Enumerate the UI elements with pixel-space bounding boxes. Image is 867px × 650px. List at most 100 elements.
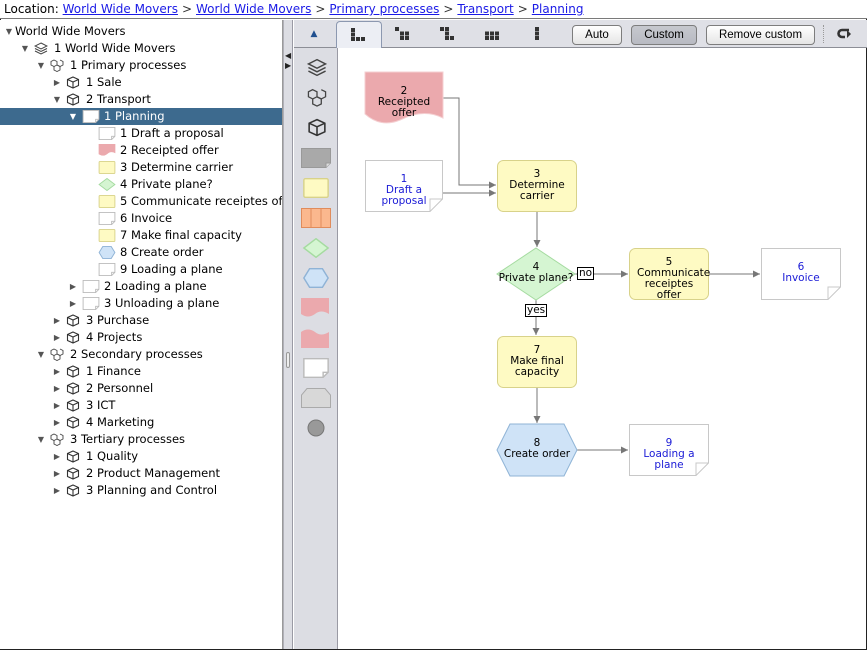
node-text: Determine carrier	[509, 178, 565, 202]
palette-item[interactable]	[300, 416, 332, 440]
layout-button[interactable]	[426, 21, 472, 48]
collapsed-triangle-icon[interactable]: ▶	[52, 397, 62, 414]
breadcrumb-link[interactable]: Primary processes	[329, 2, 439, 16]
redo-icon[interactable]	[836, 26, 854, 42]
panel-splitter[interactable]: ◀ ▶	[283, 20, 293, 649]
tree-item[interactable]: ▶ 2 Product Management	[0, 465, 282, 482]
expanded-triangle-icon[interactable]: ▼	[20, 40, 30, 57]
breadcrumb-link[interactable]: Planning	[532, 2, 584, 16]
tree-item[interactable]: 6 Invoice	[0, 210, 282, 227]
expand-right-arrow-icon[interactable]: ▶	[285, 62, 291, 70]
tree-item-label: 1 Finance	[86, 364, 141, 378]
node-label: 8 Create order	[497, 438, 577, 460]
collapsed-triangle-icon[interactable]: ▶	[52, 414, 62, 431]
process-cube-icon	[66, 399, 80, 412]
remove-custom-button[interactable]: Remove custom	[706, 25, 815, 45]
tree-item[interactable]: 7 Make final capacity	[0, 227, 282, 244]
palette-item[interactable]	[300, 356, 332, 380]
collapsed-triangle-icon[interactable]: ▶	[52, 329, 62, 346]
palette-item[interactable]	[300, 236, 332, 260]
palette-item[interactable]	[300, 176, 332, 200]
tree-item[interactable]: ▶ 1 Quality	[0, 448, 282, 465]
tree-item[interactable]: 5 Communicate receiptes offer	[0, 193, 282, 210]
diagram-canvas[interactable]: no yes 2 Receipted offer 1 Draft a proposal 3 D…	[339, 48, 866, 649]
tree-item[interactable]: 8 Create order	[0, 244, 282, 261]
breadcrumb-link[interactable]: Transport	[457, 2, 513, 16]
tree-item[interactable]: ▼ 2 Transport	[0, 91, 282, 108]
tree-item[interactable]: ▼ World Wide Movers	[0, 23, 282, 40]
palette-item[interactable]	[300, 266, 332, 290]
palette-item[interactable]	[300, 296, 332, 320]
tree-item[interactable]: ▶ 3 ICT	[0, 397, 282, 414]
layout-button[interactable]	[381, 21, 427, 48]
collapsed-triangle-icon[interactable]: ▶	[52, 448, 62, 465]
layout-button[interactable]	[336, 21, 382, 48]
tree-item[interactable]: ▶ 3 Planning and Control	[0, 482, 282, 499]
custom-button[interactable]: Custom	[631, 25, 697, 45]
tree-item[interactable]: ▶ 4 Marketing	[0, 414, 282, 431]
collapsed-triangle-icon[interactable]: ▶	[52, 74, 62, 91]
expanded-triangle-icon[interactable]: ▼	[36, 346, 46, 363]
palette-item[interactable]	[300, 206, 332, 230]
palette-item[interactable]	[300, 56, 332, 80]
tree-item[interactable]: ▶ 4 Projects	[0, 329, 282, 346]
tree-item[interactable]: ▶ 3 Purchase	[0, 312, 282, 329]
tree-item[interactable]: 1 Draft a proposal	[0, 125, 282, 142]
tree-item[interactable]: ▶ 2 Loading a plane	[0, 278, 282, 295]
connector-arrow[interactable]	[443, 97, 496, 189]
tree-item[interactable]: 2 Receipted offer	[0, 142, 282, 159]
tree-item[interactable]: ▼ 2 Secondary processes	[0, 346, 282, 363]
collapsed-triangle-icon[interactable]: ▶	[68, 278, 78, 295]
activity-icon	[98, 195, 116, 208]
tree-item-label: World Wide Movers	[15, 24, 126, 38]
tree-item[interactable]: ▶ 1 Sale	[0, 74, 282, 91]
tree-item[interactable]: ▶ 2 Personnel	[0, 380, 282, 397]
palette-item[interactable]	[300, 326, 332, 350]
tree-item[interactable]: 4 Private plane?	[0, 176, 282, 193]
tree-item[interactable]: 9 Loading a plane	[0, 261, 282, 278]
breadcrumb-link[interactable]: World Wide Movers	[63, 2, 178, 16]
process-cube-icon	[66, 484, 80, 497]
palette-item[interactable]	[300, 116, 332, 140]
expanded-triangle-icon[interactable]: ▼	[68, 108, 78, 125]
collapsed-triangle-icon[interactable]: ▶	[52, 482, 62, 499]
breadcrumb-link[interactable]: World Wide Movers	[196, 2, 311, 16]
tree-item[interactable]: ▼ 1 Primary processes	[0, 57, 282, 74]
auto-button[interactable]: Auto	[572, 25, 622, 45]
palette-item[interactable]	[300, 386, 332, 410]
toolbar-separator	[823, 25, 824, 43]
palette-item[interactable]	[300, 146, 332, 170]
document-icon	[98, 212, 116, 225]
process-cube-icon	[66, 450, 80, 463]
collapsed-triangle-icon[interactable]: ▶	[52, 465, 62, 482]
collapsed-triangle-icon[interactable]: ▶	[68, 295, 78, 312]
expanded-triangle-icon[interactable]: ▼	[4, 23, 14, 40]
expanded-triangle-icon[interactable]: ▼	[36, 431, 46, 448]
tree-item[interactable]: ▶ 3 Unloading a plane	[0, 295, 282, 312]
tree-item[interactable]: ▶ 1 Finance	[0, 363, 282, 380]
layout-button[interactable]	[471, 21, 517, 48]
process-group-icon	[50, 59, 64, 73]
palette-item[interactable]	[300, 86, 332, 110]
tree-item[interactable]: ▼ 3 Tertiary processes	[0, 431, 282, 448]
collapse-up-icon[interactable]: ▲	[304, 26, 324, 42]
process-tree[interactable]: ▼ World Wide Movers ▼ 1 World Wide Movers ▼ 1…	[0, 20, 283, 649]
layout-button[interactable]	[516, 21, 562, 48]
document-icon	[82, 110, 100, 123]
edge-label-no: no	[577, 267, 595, 280]
collapsed-triangle-icon[interactable]: ▶	[52, 363, 62, 380]
tree-item[interactable]: ▼ 1 World Wide Movers	[0, 40, 282, 57]
collapse-left-arrow-icon[interactable]: ◀	[285, 52, 291, 60]
expanded-triangle-icon[interactable]: ▼	[52, 91, 62, 108]
collapsed-triangle-icon[interactable]: ▶	[52, 380, 62, 397]
tree-item[interactable]: ▼ 1 Planning	[0, 108, 282, 125]
tree-item-label: 2 Personnel	[86, 381, 154, 395]
tree-item-label: 9 Loading a plane	[120, 262, 223, 276]
splitter-grip[interactable]	[286, 352, 290, 368]
process-cube-icon	[66, 331, 80, 344]
collapsed-triangle-icon[interactable]: ▶	[52, 312, 62, 329]
expanded-triangle-icon[interactable]: ▼	[36, 57, 46, 74]
layout-5-icon	[535, 27, 539, 40]
node-text: Draft a proposal	[381, 184, 427, 207]
tree-item[interactable]: 3 Determine carrier	[0, 159, 282, 176]
